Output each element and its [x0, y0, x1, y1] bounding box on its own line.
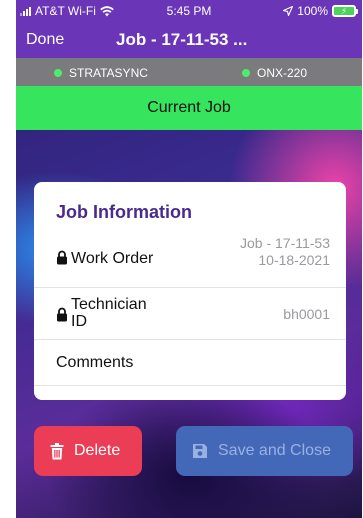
technician-id-value: bh0001 — [283, 306, 330, 322]
done-button[interactable]: Done — [26, 31, 64, 49]
location-arrow-icon — [283, 6, 294, 16]
current-job-banner: Current Job — [16, 86, 362, 130]
save-and-close-label: Save and Close — [218, 442, 331, 459]
work-order-value-line2: 10-18-2021 — [258, 252, 330, 268]
floppy-disk-icon — [192, 443, 208, 459]
battery-charging-icon: ⚡ — [332, 5, 358, 17]
job-information-card: Job Information Work Order Job - 17-11-5… — [34, 182, 346, 400]
navigation-bar: Done Job - 17-11-53 ... — [16, 22, 362, 58]
device-status-bar: STRATASYNC ONX-220 — [16, 58, 362, 86]
comments-label: Comments — [56, 354, 134, 371]
technician-label-line1: Technician — [71, 296, 147, 313]
card-title: Job Information — [56, 202, 192, 222]
device-onx: ONX-220 — [242, 66, 307, 80]
lock-icon — [57, 307, 67, 322]
technician-id-row: Technician ID bh0001 — [34, 287, 346, 340]
device-name: STRATASYNC — [69, 66, 148, 80]
work-order-row: Work Order Job - 17-11-53 10-18-2021 — [34, 232, 346, 288]
work-order-label: Work Order — [71, 250, 154, 267]
trash-icon — [50, 442, 64, 460]
technician-label-wrap: Technician ID — [56, 296, 147, 330]
work-order-label-wrap: Work Order — [56, 250, 153, 268]
comments-row[interactable]: Comments — [34, 339, 346, 386]
work-order-value: Job - 17-11-53 10-18-2021 — [240, 235, 330, 269]
device-stratasync: STRATASYNC — [54, 66, 148, 80]
save-and-close-button[interactable]: Save and Close — [176, 426, 353, 476]
technician-label-line2: ID — [71, 313, 87, 330]
app-screen: AT&T Wi-Fi 5:45 PM 100% ⚡ Done Job - 17-… — [16, 0, 362, 518]
status-right: 100% ⚡ — [283, 4, 358, 18]
device-name: ONX-220 — [257, 66, 308, 80]
status-bar: AT&T Wi-Fi 5:45 PM 100% ⚡ — [16, 0, 362, 22]
connected-status-dot — [54, 69, 62, 77]
connected-status-dot — [242, 69, 250, 77]
delete-button[interactable]: Delete — [34, 426, 142, 476]
work-order-value-line1: Job - 17-11-53 — [239, 235, 330, 251]
lock-icon — [57, 250, 67, 265]
battery-percent: 100% — [297, 4, 328, 18]
technician-id-label: Technician ID — [71, 296, 147, 330]
delete-label: Delete — [74, 442, 121, 459]
page-title: Job - 17-11-53 ... — [116, 30, 248, 49]
